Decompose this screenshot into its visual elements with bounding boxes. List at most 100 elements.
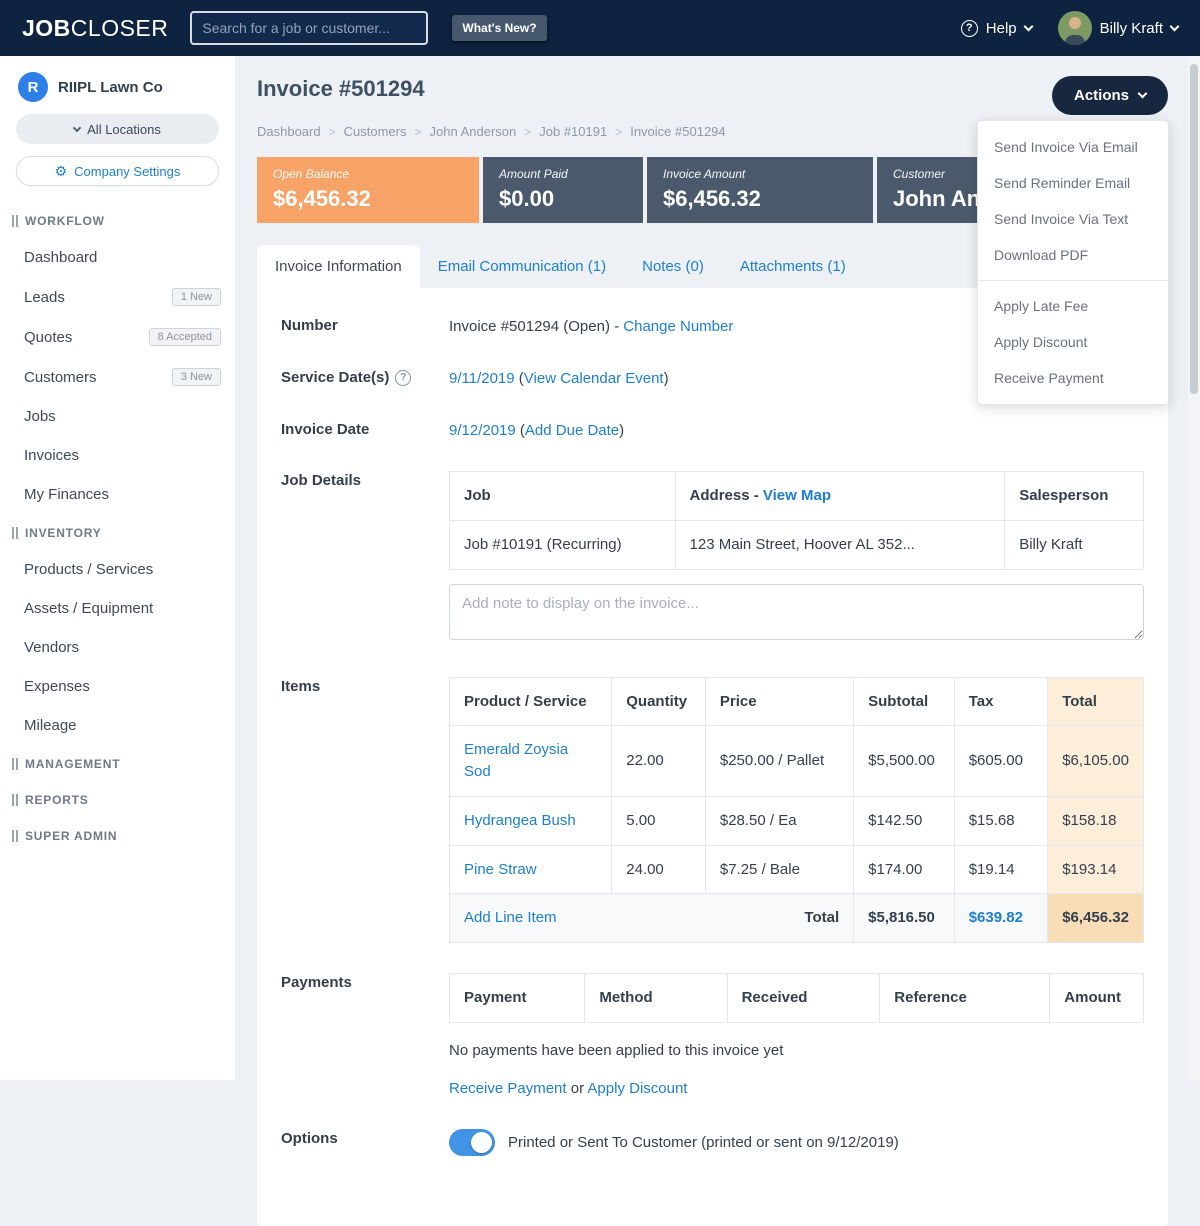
apply-discount-link[interactable]: Apply Discount: [587, 1080, 687, 1097]
job-table: Job Address - View Map Salesperson Job #…: [449, 471, 1144, 570]
company-logo: R: [18, 72, 48, 102]
sidebar-item-label: Mileage: [24, 717, 77, 734]
method-header: Method: [585, 974, 727, 1023]
breadcrumb-invoice[interactable]: Invoice #501294: [630, 124, 725, 139]
stat-invoice-amount: Invoice Amount $6,456.32: [647, 157, 873, 223]
sidebar-item-label: Vendors: [24, 639, 79, 656]
view-map-link[interactable]: View Map: [763, 487, 831, 504]
all-locations-dropdown[interactable]: All Locations: [16, 114, 219, 144]
quantity-cell: 5.00: [612, 796, 706, 845]
whats-new-button[interactable]: What's New?: [452, 15, 546, 41]
sidebar-item-vendors[interactable]: Vendors: [0, 628, 235, 667]
sidebar-item-products-services[interactable]: Products / Services: [0, 550, 235, 589]
view-calendar-event-link[interactable]: View Calendar Event: [524, 370, 664, 387]
change-number-link[interactable]: Change Number: [623, 318, 733, 335]
section-header-management[interactable]: MANAGEMENT: [0, 745, 235, 781]
receive-payment-link[interactable]: Receive Payment: [449, 1080, 567, 1097]
sidebar-item-mileage[interactable]: Mileage: [0, 706, 235, 745]
items-header-row: Product / Service Quantity Price Subtota…: [450, 677, 1144, 726]
user-menu[interactable]: Billy Kraft: [1058, 11, 1178, 45]
total-cell: $6,105.00: [1048, 726, 1144, 797]
product-cell: Pine Straw: [450, 845, 612, 894]
invoice-date-link[interactable]: 9/12/2019: [449, 422, 516, 439]
global-search-input[interactable]: [190, 11, 428, 45]
menu-item-receive-payment[interactable]: Receive Payment: [978, 360, 1168, 396]
sidebar-item-expenses[interactable]: Expenses: [0, 667, 235, 706]
payments-row: Payments Payment Method Received Referen…: [281, 973, 1144, 1099]
payments-empty-message: No payments have been applied to this in…: [449, 1040, 1144, 1062]
menu-item-send-invoice-email[interactable]: Send Invoice Via Email: [978, 129, 1168, 165]
sidebar-item-invoices[interactable]: Invoices: [0, 436, 235, 475]
menu-item-download-pdf[interactable]: Download PDF: [978, 237, 1168, 273]
sidebar-item-assets-equipment[interactable]: Assets / Equipment: [0, 589, 235, 628]
sidebar-item-my-finances[interactable]: My Finances: [0, 475, 235, 514]
menu-item-send-invoice-text[interactable]: Send Invoice Via Text: [978, 201, 1168, 237]
item-row: Emerald Zoysia Sod 22.00 $250.00 / Palle…: [450, 726, 1144, 797]
section-label: SUPER ADMIN: [25, 829, 117, 843]
section-header-super-admin[interactable]: SUPER ADMIN: [0, 817, 235, 853]
add-line-item-link[interactable]: Add Line Item: [464, 907, 557, 929]
sidebar-item-leads[interactable]: Leads 1 New: [0, 277, 235, 317]
tax-cell: $605.00: [954, 726, 1048, 797]
info-icon[interactable]: ?: [395, 370, 411, 386]
job-details-row: Job Details Job Address - View Map Sales…: [281, 471, 1144, 646]
menu-item-send-reminder-email[interactable]: Send Reminder Email: [978, 165, 1168, 201]
paren: ): [619, 422, 624, 439]
sidebar-item-dashboard[interactable]: Dashboard: [0, 238, 235, 277]
scrollbar-thumb[interactable]: [1190, 64, 1198, 394]
subtotal-header: Subtotal: [854, 677, 955, 726]
stat-label: Amount Paid: [499, 167, 627, 181]
section-header-inventory[interactable]: INVENTORY: [0, 514, 235, 550]
breadcrumb-customers[interactable]: Customers: [344, 124, 407, 139]
price-cell: $250.00 / Pallet: [705, 726, 853, 797]
service-date-link[interactable]: 9/11/2019: [449, 370, 515, 387]
section-header-workflow[interactable]: WORKFLOW: [0, 202, 235, 238]
items-content: Product / Service Quantity Price Subtota…: [449, 677, 1144, 944]
menu-item-apply-late-fee[interactable]: Apply Late Fee: [978, 288, 1168, 324]
help-menu[interactable]: ? Help: [961, 20, 1032, 37]
breadcrumb-john-anderson[interactable]: John Anderson: [430, 124, 517, 139]
sidebar-item-label: Leads: [24, 289, 65, 306]
breadcrumb-job[interactable]: Job #10191: [539, 124, 607, 139]
breadcrumb-dashboard[interactable]: Dashboard: [257, 124, 321, 139]
options-label: Options: [281, 1129, 449, 1156]
total-cell: $193.14: [1048, 845, 1144, 894]
tab-attachments[interactable]: Attachments (1): [722, 245, 864, 288]
sidebar-item-label: Products / Services: [24, 561, 153, 578]
totals-tax-link[interactable]: $639.82: [969, 909, 1023, 926]
printed-sent-toggle[interactable]: [449, 1129, 495, 1156]
avatar: [1058, 11, 1092, 45]
chevron-down-icon: [1170, 21, 1180, 31]
tab-email-communication[interactable]: Email Communication (1): [420, 245, 624, 288]
product-link[interactable]: Emerald Zoysia Sod: [464, 741, 568, 780]
invoice-note-input[interactable]: [449, 584, 1144, 640]
tab-notes[interactable]: Notes (0): [624, 245, 722, 288]
sidebar-item-customers[interactable]: Customers 3 New: [0, 357, 235, 397]
breadcrumb-separator: >: [524, 125, 531, 139]
gear-icon: ⚙: [55, 164, 68, 178]
items-totals-row: Add Line Item Total $5,816.50 $639.82 $6…: [450, 894, 1144, 943]
paren: (: [516, 422, 525, 439]
page-header: Invoice #501294 Actions: [257, 76, 1168, 115]
sidebar-item-jobs[interactable]: Jobs: [0, 397, 235, 436]
tax-cell: $19.14: [954, 845, 1048, 894]
address-cell: 123 Main Street, Hoover AL 352...: [675, 521, 1005, 570]
payments-links: Receive Payment or Apply Discount: [449, 1078, 1144, 1100]
sidebar-item-quotes[interactable]: Quotes 8 Accepted: [0, 317, 235, 357]
payments-header-row: Payment Method Received Reference Amount: [450, 974, 1144, 1023]
leads-badge: 1 New: [172, 288, 221, 306]
menu-item-apply-discount[interactable]: Apply Discount: [978, 324, 1168, 360]
payments-table: Payment Method Received Reference Amount: [449, 973, 1144, 1023]
product-link[interactable]: Pine Straw: [464, 861, 537, 878]
item-row: Pine Straw 24.00 $7.25 / Bale $174.00 $1…: [450, 845, 1144, 894]
section-header-reports[interactable]: REPORTS: [0, 781, 235, 817]
add-due-date-link[interactable]: Add Due Date: [525, 422, 619, 439]
sidebar-item-label: Dashboard: [24, 249, 97, 266]
actions-button[interactable]: Actions: [1052, 76, 1168, 115]
company-settings-button[interactable]: ⚙ Company Settings: [16, 156, 219, 186]
tab-invoice-information[interactable]: Invoice Information: [257, 245, 420, 288]
salesperson-cell: Billy Kraft: [1005, 521, 1144, 570]
toggle-knob: [471, 1132, 492, 1153]
product-link[interactable]: Hydrangea Bush: [464, 812, 576, 829]
or-text: or: [567, 1080, 588, 1097]
